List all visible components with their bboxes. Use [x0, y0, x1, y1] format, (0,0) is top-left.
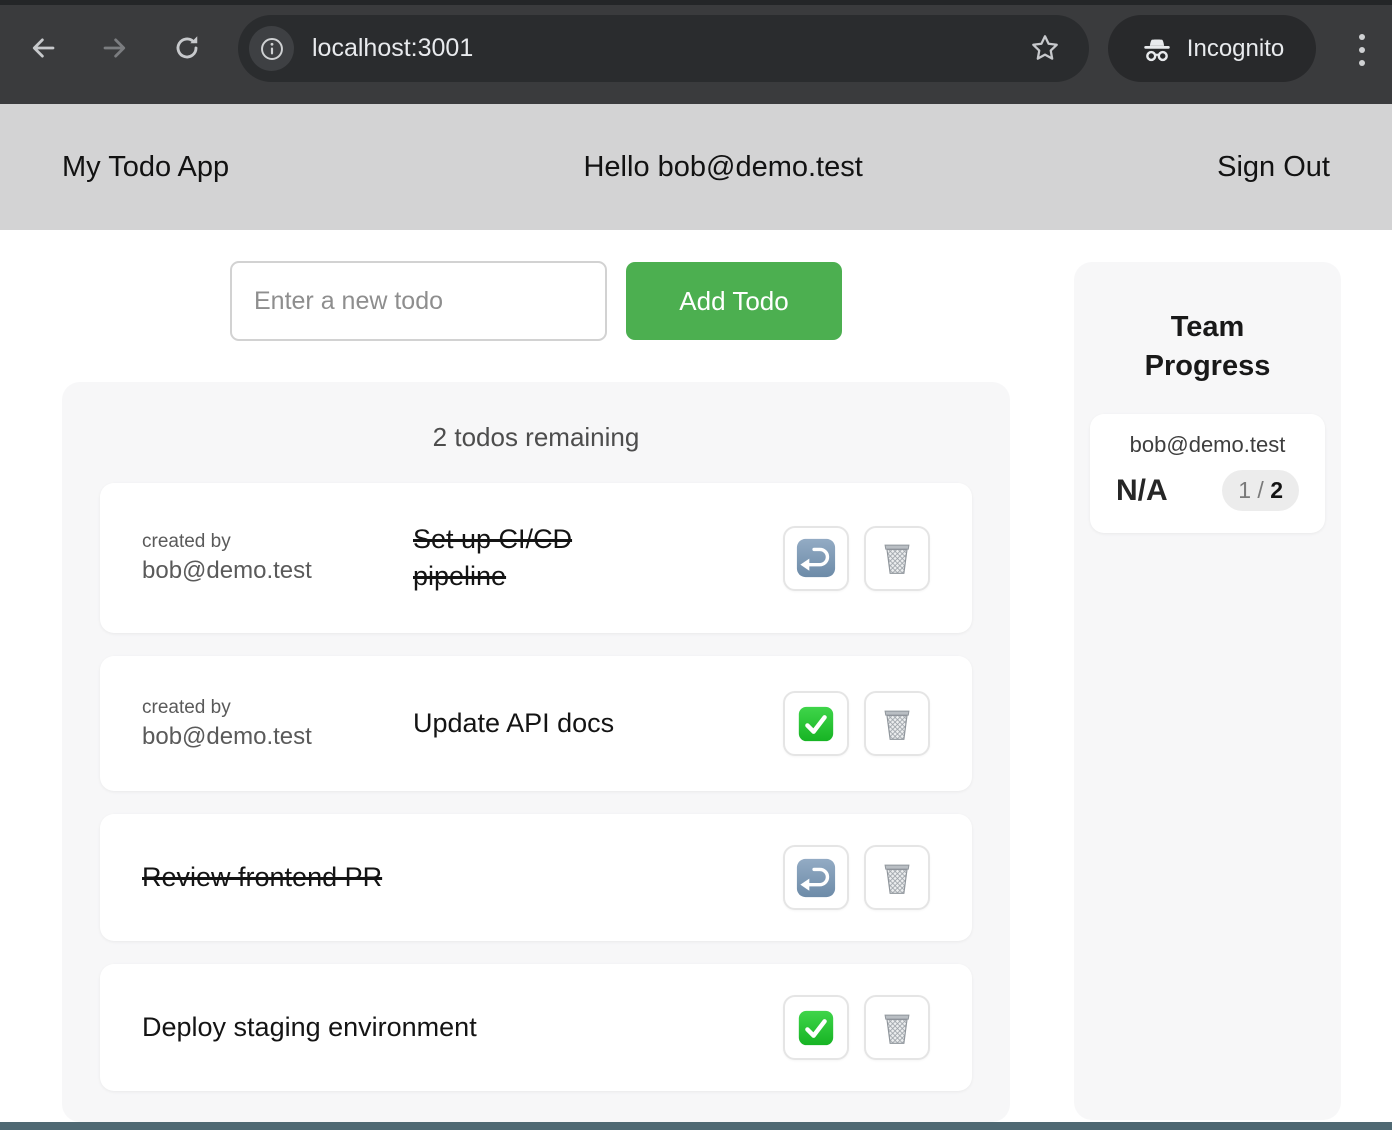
delete-button[interactable]: [864, 845, 930, 910]
complete-button[interactable]: [783, 995, 849, 1060]
url-text[interactable]: localhost:3001: [312, 15, 473, 82]
info-icon: [259, 36, 285, 62]
greeting: Hello bob@demo.test: [583, 151, 862, 184]
todo-title: Review frontend PR: [142, 859, 382, 896]
app-header: My Todo App Hello bob@demo.test Sign Out: [0, 104, 1392, 230]
sign-out-button[interactable]: Sign Out: [1217, 151, 1330, 184]
todo-card: Deploy staging environment: [100, 964, 972, 1091]
complete-button[interactable]: [783, 691, 849, 756]
forward-arrow-icon: [100, 33, 130, 63]
undo-button[interactable]: [783, 526, 849, 591]
member-card: bob@demo.test N/A 1 / 2: [1090, 414, 1325, 533]
todo-card: created by bob@demo.test Set up CI/CD pi…: [100, 483, 972, 633]
tabstrip-edge: [0, 0, 1392, 5]
team-progress-title: Team Progress: [1074, 262, 1341, 386]
site-info-button[interactable]: [249, 26, 294, 71]
fraction-separator: /: [1251, 477, 1270, 503]
star-icon: [1029, 32, 1061, 64]
back-arrow-icon: [28, 33, 58, 63]
back-button[interactable]: [28, 33, 58, 63]
kebab-menu-icon: [1357, 30, 1367, 70]
browser-toolbar: localhost:3001 Incognito: [0, 0, 1392, 104]
todos-remaining: 2 todos remaining: [62, 382, 1010, 453]
creator-label: created by: [142, 531, 413, 553]
bottom-accent-bar: [0, 1122, 1392, 1130]
bookmark-star-button[interactable]: [1029, 32, 1061, 64]
incognito-badge: Incognito: [1108, 15, 1316, 82]
incognito-label: Incognito: [1187, 35, 1284, 63]
member-row: N/A 1 / 2: [1116, 470, 1299, 511]
todo-title: Set up CI/CD pipeline: [413, 521, 658, 595]
add-todo-button[interactable]: Add Todo: [626, 262, 842, 340]
todo-card: Review frontend PR: [100, 814, 972, 941]
forward-button[interactable]: [100, 33, 130, 63]
new-todo-input[interactable]: [230, 261, 607, 341]
undo-icon: [795, 537, 837, 579]
check-icon: [795, 1007, 837, 1049]
incognito-icon: [1140, 32, 1174, 66]
member-score: N/A: [1116, 474, 1168, 508]
creator-label: created by: [142, 697, 413, 719]
delete-button[interactable]: [864, 526, 930, 591]
delete-button[interactable]: [864, 691, 930, 756]
creator-email: bob@demo.test: [142, 557, 413, 585]
check-icon: [795, 703, 837, 745]
undo-icon: [795, 857, 837, 899]
fraction-done: 1: [1238, 477, 1251, 503]
undo-button[interactable]: [783, 845, 849, 910]
todo-list-panel: 2 todos remaining created by bob@demo.te…: [62, 382, 1010, 1122]
team-progress-panel: Team Progress bob@demo.test N/A 1 / 2: [1074, 262, 1341, 1120]
wastebasket-icon: [876, 537, 918, 579]
wastebasket-icon: [876, 857, 918, 899]
url-bar[interactable]: localhost:3001: [238, 15, 1089, 82]
creator-block: created by bob@demo.test: [142, 697, 413, 751]
todo-actions: [783, 691, 930, 756]
todo-actions: [783, 526, 930, 591]
todo-title: Deploy staging environment: [142, 1009, 477, 1046]
todo-title: Update API docs: [413, 705, 614, 742]
app-title: My Todo App: [62, 151, 229, 184]
reload-icon: [172, 33, 202, 63]
todo-card: created by bob@demo.test Update API docs: [100, 656, 972, 791]
todo-cards: created by bob@demo.test Set up CI/CD pi…: [100, 483, 972, 1091]
delete-button[interactable]: [864, 995, 930, 1060]
creator-email: bob@demo.test: [142, 723, 413, 751]
creator-block: created by bob@demo.test: [142, 531, 413, 585]
fraction-total: 2: [1270, 477, 1283, 503]
page: localhost:3001 Incognito: [0, 0, 1392, 1130]
reload-button[interactable]: [172, 33, 202, 63]
wastebasket-icon: [876, 1007, 918, 1049]
member-email: bob@demo.test: [1116, 432, 1299, 458]
browser-menu-button[interactable]: [1348, 30, 1376, 70]
wastebasket-icon: [876, 703, 918, 745]
todo-actions: [783, 995, 930, 1060]
todo-actions: [783, 845, 930, 910]
member-fraction-badge: 1 / 2: [1222, 470, 1299, 511]
